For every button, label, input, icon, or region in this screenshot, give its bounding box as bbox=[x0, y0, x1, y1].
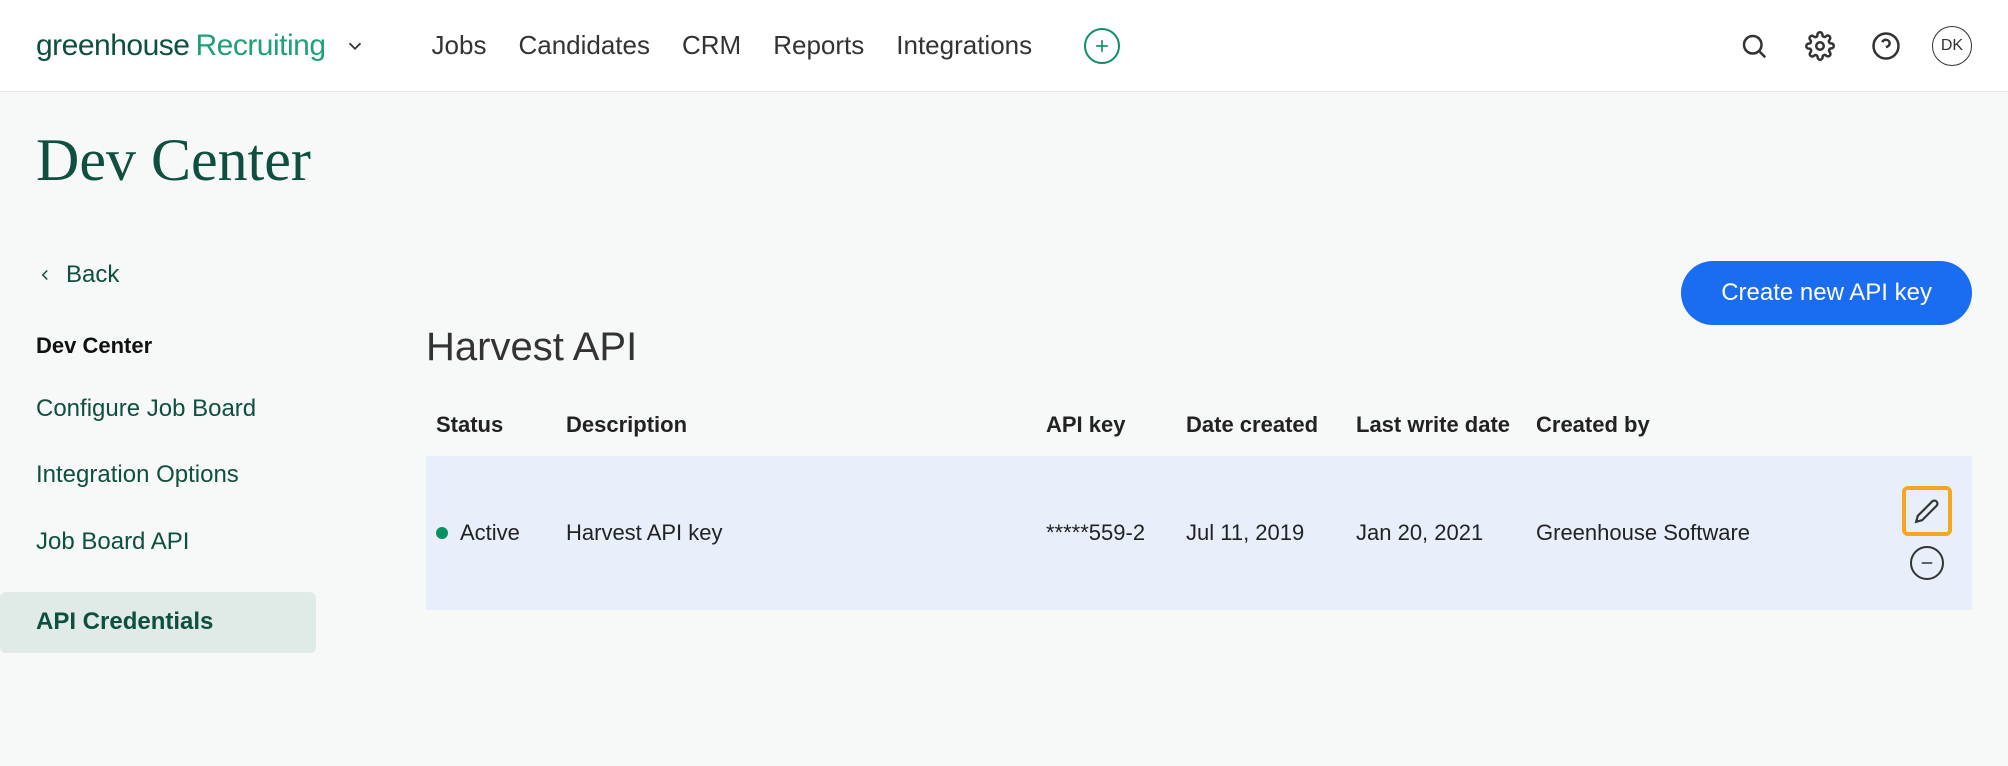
nav-integrations[interactable]: Integrations bbox=[896, 30, 1032, 61]
cell-created-by: Greenhouse Software bbox=[1526, 456, 1882, 610]
chevron-down-icon bbox=[344, 35, 366, 57]
th-status: Status bbox=[426, 394, 556, 456]
search-icon bbox=[1739, 31, 1769, 61]
sidebar-item-integration-options[interactable]: Integration Options bbox=[36, 459, 356, 491]
section-title: Harvest API bbox=[426, 325, 1972, 370]
nav-reports[interactable]: Reports bbox=[773, 30, 864, 61]
nav-jobs[interactable]: Jobs bbox=[432, 30, 487, 61]
th-last-write: Last write date bbox=[1346, 394, 1526, 456]
topbar-utilities: DK bbox=[1734, 26, 1972, 66]
minus-icon bbox=[1918, 554, 1936, 572]
nav-candidates[interactable]: Candidates bbox=[518, 30, 650, 61]
brand-word-1: greenhouse bbox=[36, 29, 189, 63]
table-row: Active Harvest API key *****559-2 Jul 11… bbox=[426, 456, 1972, 610]
top-navbar: greenhouse Recruiting Jobs Candidates CR… bbox=[0, 0, 2008, 92]
th-date-created: Date created bbox=[1176, 394, 1346, 456]
cell-last-write: Jan 20, 2021 bbox=[1346, 456, 1526, 610]
search-button[interactable] bbox=[1734, 26, 1774, 66]
plus-icon bbox=[1092, 36, 1112, 56]
api-keys-table: Status Description API key Date created … bbox=[426, 394, 1972, 610]
back-label: Back bbox=[66, 261, 119, 289]
status-text: Active bbox=[460, 520, 520, 546]
cell-description: Harvest API key bbox=[556, 456, 1036, 610]
help-icon bbox=[1871, 31, 1901, 61]
page-title: Dev Center bbox=[36, 126, 1972, 195]
gear-icon bbox=[1805, 31, 1835, 61]
sidebar-item-configure-job-board[interactable]: Configure Job Board bbox=[36, 393, 356, 425]
status-dot-icon bbox=[436, 527, 448, 539]
cell-date-created: Jul 11, 2019 bbox=[1176, 456, 1346, 610]
sidebar-heading: Dev Center bbox=[36, 333, 356, 359]
main-content: Create new API key Harvest API Status De… bbox=[356, 261, 1972, 653]
help-button[interactable] bbox=[1866, 26, 1906, 66]
brand-switcher[interactable]: greenhouse Recruiting bbox=[36, 29, 366, 63]
add-button[interactable] bbox=[1084, 28, 1120, 64]
sidebar-item-job-board-api[interactable]: Job Board API bbox=[36, 526, 356, 558]
chevron-left-icon bbox=[36, 266, 54, 284]
status-cell: Active bbox=[436, 520, 546, 546]
remove-button[interactable] bbox=[1910, 546, 1944, 580]
pencil-icon bbox=[1914, 498, 1940, 524]
avatar-initials: DK bbox=[1941, 37, 1963, 55]
avatar[interactable]: DK bbox=[1932, 26, 1972, 66]
th-api-key: API key bbox=[1036, 394, 1176, 456]
settings-button[interactable] bbox=[1800, 26, 1840, 66]
edit-button[interactable] bbox=[1902, 486, 1952, 536]
back-link[interactable]: Back bbox=[36, 261, 356, 289]
th-created-by: Created by bbox=[1526, 394, 1882, 456]
sidebar: Back Dev Center Configure Job Board Inte… bbox=[36, 261, 356, 653]
primary-nav: Jobs Candidates CRM Reports Integrations bbox=[432, 30, 1033, 61]
create-api-key-button[interactable]: Create new API key bbox=[1681, 261, 1972, 325]
nav-crm[interactable]: CRM bbox=[682, 30, 741, 61]
sidebar-item-api-credentials[interactable]: API Credentials bbox=[0, 592, 316, 652]
cell-api-key: *****559-2 bbox=[1036, 456, 1176, 610]
table-header-row: Status Description API key Date created … bbox=[426, 394, 1972, 456]
row-actions bbox=[1892, 486, 1962, 580]
th-description: Description bbox=[556, 394, 1036, 456]
brand-word-2: Recruiting bbox=[195, 29, 325, 63]
